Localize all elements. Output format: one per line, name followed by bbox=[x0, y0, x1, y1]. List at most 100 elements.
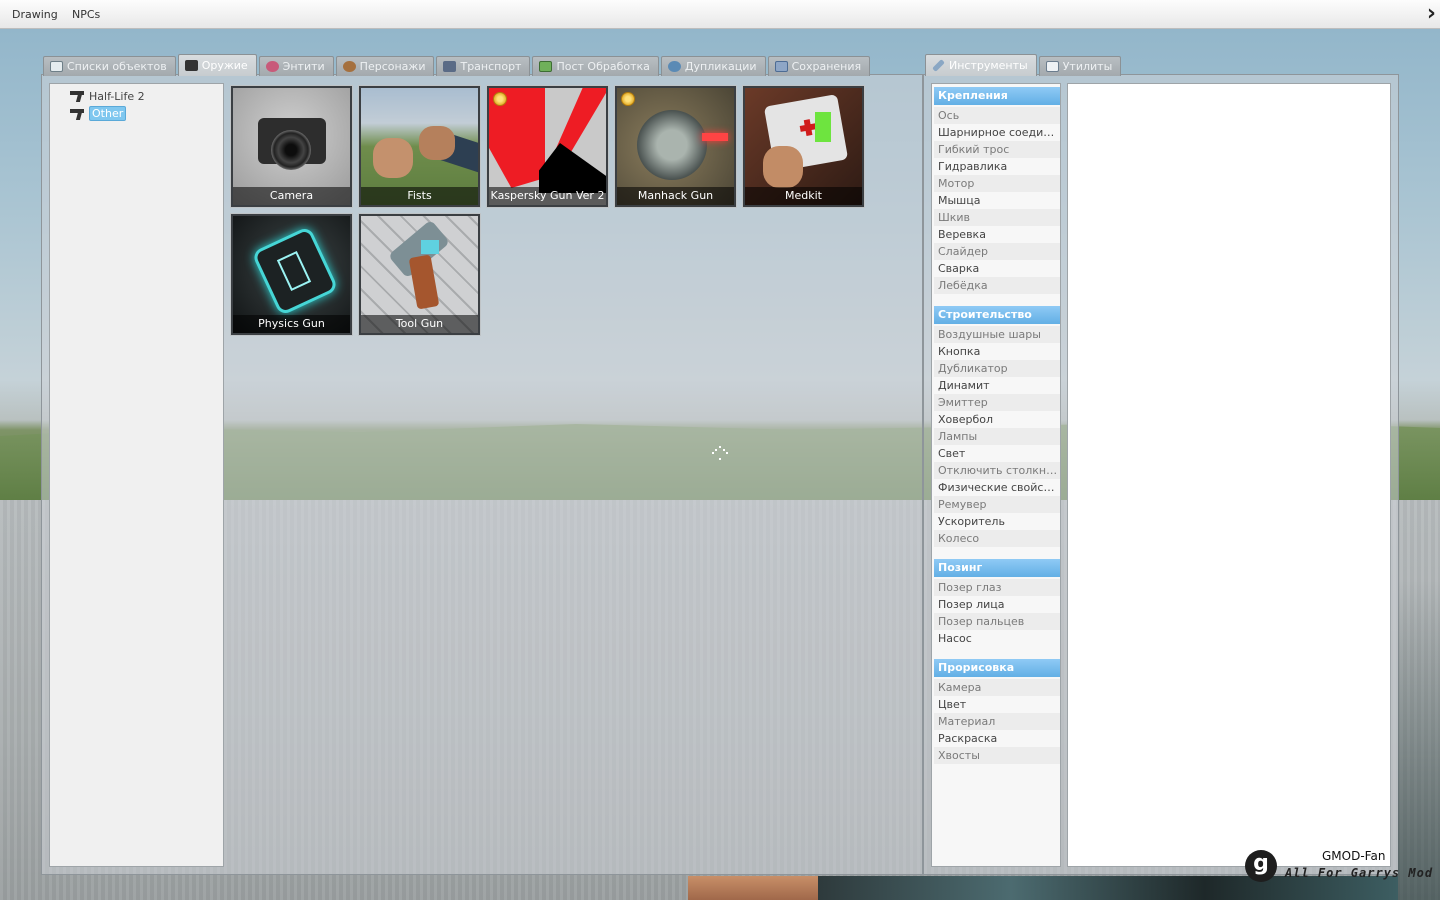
tool-item[interactable]: Гибкий трос bbox=[934, 141, 1060, 158]
tool-item[interactable]: Дубликатор bbox=[934, 360, 1060, 377]
medkit-screen bbox=[815, 112, 831, 142]
viewmodel-arm bbox=[688, 876, 818, 900]
tool-settings-panel bbox=[1067, 83, 1391, 867]
context-menubar: Drawing NPCs › bbox=[0, 0, 1440, 29]
tool-gun-handle bbox=[408, 254, 440, 310]
tool-item[interactable]: Камера bbox=[934, 679, 1060, 696]
tab-dupes[interactable]: Дупликации bbox=[660, 56, 766, 76]
tool-item[interactable]: Слайдер bbox=[934, 243, 1060, 260]
spawn-tabs: Списки объектов Оружие Энтити Персонажи … bbox=[43, 54, 871, 76]
hand bbox=[763, 146, 803, 188]
tool-item[interactable]: Ремувер bbox=[934, 496, 1060, 513]
tab-spawnlists[interactable]: Списки объектов bbox=[43, 56, 176, 76]
weapon-tile-kaspersky-gun[interactable]: Kaspersky Gun Ver 2 bbox=[487, 86, 608, 207]
tree-item-half-life-2[interactable]: Half-Life 2 bbox=[70, 89, 145, 103]
kaspersky-logo-part bbox=[539, 143, 606, 193]
manhack-icon bbox=[637, 110, 707, 180]
tab-saves[interactable]: Сохранения bbox=[767, 56, 871, 76]
page-icon bbox=[1045, 61, 1059, 72]
pistol-icon bbox=[70, 89, 86, 103]
tool-list: Крепления ОсьШарнирное соединениеГибкий т… bbox=[931, 83, 1061, 867]
tool-item[interactable]: Веревка bbox=[934, 226, 1060, 243]
copy-icon bbox=[667, 61, 681, 72]
tool-item[interactable]: Ховербол bbox=[934, 411, 1060, 428]
tab-vehicles[interactable]: Транспорт bbox=[436, 56, 531, 76]
pistol-icon bbox=[184, 60, 198, 71]
crosshair-icon bbox=[712, 446, 728, 460]
tool-item[interactable]: Мышца bbox=[934, 192, 1060, 209]
tool-item[interactable]: Сварка bbox=[934, 260, 1060, 277]
weapon-label: Manhack Gun bbox=[617, 187, 734, 205]
tool-item[interactable]: Физические свойства bbox=[934, 479, 1060, 496]
weapon-label: Camera bbox=[233, 187, 350, 205]
tool-item[interactable]: Шкив bbox=[934, 209, 1060, 226]
tool-item[interactable]: Позер глаз bbox=[934, 579, 1060, 596]
watermark-title: GMOD-Fan bbox=[1322, 849, 1386, 863]
tool-item[interactable]: Отключить столкновения bbox=[934, 462, 1060, 479]
tool-item[interactable]: Свет bbox=[934, 445, 1060, 462]
entity-icon bbox=[265, 61, 279, 72]
car-icon bbox=[443, 61, 457, 72]
weapon-tile-tool-gun[interactable]: Tool Gun bbox=[359, 214, 480, 335]
tool-item[interactable]: Позер лица bbox=[934, 596, 1060, 613]
tool-category-header[interactable]: Позинг bbox=[934, 559, 1060, 577]
collapse-arrow-icon[interactable]: › bbox=[1427, 1, 1436, 26]
admin-shield-icon bbox=[621, 92, 635, 106]
tab-weapons[interactable]: Оружие bbox=[177, 54, 257, 76]
tool-category-header[interactable]: Строительство bbox=[934, 306, 1060, 324]
tool-item[interactable]: Хвосты bbox=[934, 747, 1060, 764]
tool-item[interactable]: Материал bbox=[934, 713, 1060, 730]
tool-item[interactable]: Раскраска bbox=[934, 730, 1060, 747]
tool-category-header[interactable]: Прорисовка bbox=[934, 659, 1060, 677]
tool-item[interactable]: Эмиттер bbox=[934, 394, 1060, 411]
viewmodel-weapon bbox=[1398, 580, 1440, 900]
tree-item-other[interactable]: Other bbox=[70, 106, 127, 121]
tool-item[interactable]: Позер пальцев bbox=[934, 613, 1060, 630]
weapon-label: Kaspersky Gun Ver 2 bbox=[489, 187, 606, 205]
tab-postprocess[interactable]: Пост Обработка bbox=[532, 56, 659, 76]
weapon-category-tree: Half-Life 2 Other bbox=[49, 83, 224, 867]
tool-item[interactable]: Лампы bbox=[934, 428, 1060, 445]
tool-item[interactable]: Воздушные шары bbox=[934, 326, 1060, 343]
watermark-subtitle: All For Garrys Mod bbox=[1285, 866, 1434, 880]
tab-tools[interactable]: Инструменты bbox=[925, 54, 1037, 76]
manhack-glow bbox=[702, 133, 728, 141]
grid-icon bbox=[50, 61, 63, 72]
tool-item[interactable]: Лебёдка bbox=[934, 277, 1060, 294]
weapon-tile-manhack-gun[interactable]: Manhack Gun bbox=[615, 86, 736, 207]
tool-item[interactable]: Ускоритель bbox=[934, 513, 1060, 530]
tab-utilities[interactable]: Утилиты bbox=[1038, 56, 1122, 76]
tool-item[interactable]: Ось bbox=[934, 107, 1060, 124]
pistol-icon bbox=[70, 107, 86, 121]
weapon-tile-medkit[interactable]: Medkit bbox=[743, 86, 864, 207]
tool-item[interactable]: Насос bbox=[934, 630, 1060, 647]
tools-tabs: Инструменты Утилиты bbox=[925, 54, 1122, 76]
tab-npcs[interactable]: Персонажи bbox=[335, 56, 435, 76]
weapon-label: Medkit bbox=[745, 187, 862, 205]
weapon-tile-camera[interactable]: Camera bbox=[231, 86, 352, 207]
camera-lens bbox=[271, 130, 311, 170]
tool-item[interactable]: Динамит bbox=[934, 377, 1060, 394]
tool-item[interactable]: Мотор bbox=[934, 175, 1060, 192]
weapon-tile-physics-gun[interactable]: Physics Gun bbox=[231, 214, 352, 335]
wrench-icon bbox=[932, 59, 945, 72]
tool-item[interactable]: Цвет bbox=[934, 696, 1060, 713]
weapon-label: Physics Gun bbox=[233, 315, 350, 333]
tool-item[interactable]: Колесо bbox=[934, 530, 1060, 547]
tool-item[interactable]: Гидравлика bbox=[934, 158, 1060, 175]
fist-icon bbox=[373, 138, 413, 178]
tool-item[interactable]: Кнопка bbox=[934, 343, 1060, 360]
fist-icon bbox=[419, 126, 455, 160]
gmod-logo-icon: g bbox=[1245, 850, 1277, 882]
weapon-label: Fists bbox=[361, 187, 478, 205]
save-icon bbox=[774, 61, 788, 72]
menu-npcs[interactable]: NPCs bbox=[72, 8, 100, 21]
tool-category-header[interactable]: Крепления bbox=[934, 87, 1060, 105]
weapon-label: Tool Gun bbox=[361, 315, 478, 333]
menu-drawing[interactable]: Drawing bbox=[12, 8, 58, 21]
image-icon bbox=[539, 61, 553, 72]
tool-item[interactable]: Шарнирное соединение bbox=[934, 124, 1060, 141]
tab-entities[interactable]: Энтити bbox=[258, 56, 334, 76]
weapon-tile-fists[interactable]: Fists bbox=[359, 86, 480, 207]
monkey-icon bbox=[342, 61, 356, 72]
